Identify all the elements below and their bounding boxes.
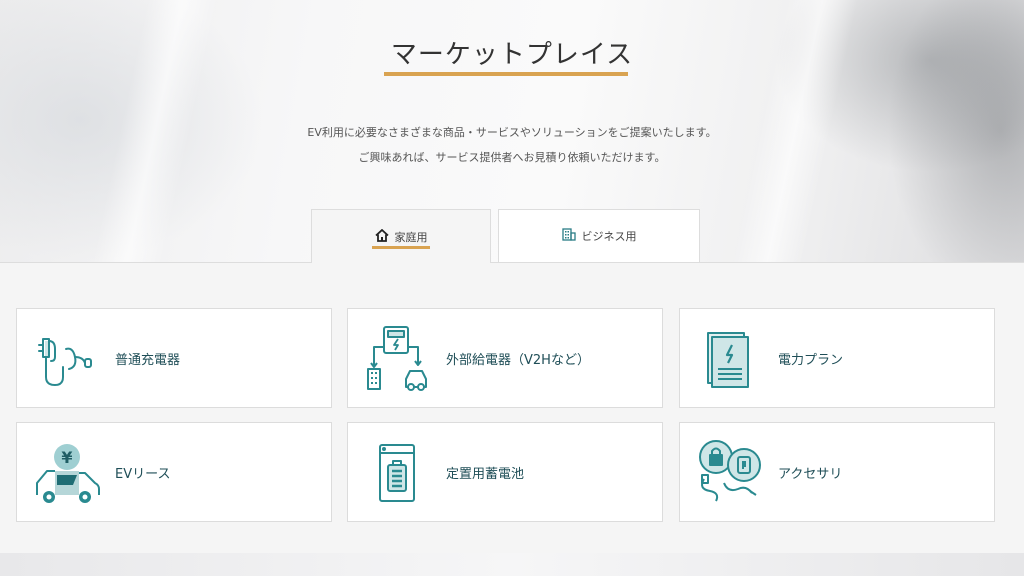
ev-lease-icon: ¥ bbox=[33, 441, 100, 507]
card-power-plan[interactable]: 電力プラン bbox=[679, 308, 995, 408]
footer-background-strip bbox=[0, 552, 1024, 576]
card-label: 定置用蓄電池 bbox=[446, 467, 525, 482]
card-label: 電力プラン bbox=[778, 353, 844, 368]
home-icon bbox=[374, 228, 389, 245]
card-accessory[interactable]: アクセサリ bbox=[679, 422, 995, 522]
title-underline bbox=[384, 72, 628, 76]
tab-business-use[interactable]: ビジネス用 bbox=[498, 209, 700, 262]
card-label: 外部給電器（V2Hなど） bbox=[446, 353, 590, 368]
card-label: アクセサリ bbox=[778, 467, 843, 482]
card-ev-lease[interactable]: ¥ EVリース bbox=[16, 422, 332, 522]
tab-label: 家庭用 bbox=[394, 230, 428, 244]
tab-panel-home-use: 普通充電器 外部給電器（V2Hなど） 電力プラン ¥ EVリース 定置用蓄電池 … bbox=[0, 262, 1024, 553]
card-label: EVリース bbox=[115, 467, 171, 482]
accessory-icon bbox=[694, 437, 761, 503]
v2h-icon bbox=[364, 325, 430, 391]
tab-label: ビジネス用 bbox=[581, 230, 637, 243]
card-normal-charger[interactable]: 普通充電器 bbox=[16, 308, 332, 408]
card-label: 普通充電器 bbox=[115, 353, 181, 368]
card-storage-battery[interactable]: 定置用蓄電池 bbox=[347, 422, 663, 522]
page-title: マーケットプレイス bbox=[390, 40, 634, 70]
svg-text:¥: ¥ bbox=[61, 448, 72, 467]
active-tab-underline bbox=[372, 246, 430, 249]
power-plan-document-icon bbox=[696, 327, 762, 393]
lead-text-line-1: EV利用に必要なさまざまな商品・サービスやソリューションをご提案いたします。 bbox=[307, 126, 717, 139]
charger-plug-icon bbox=[33, 327, 99, 393]
building-icon bbox=[561, 228, 576, 244]
card-v2h[interactable]: 外部給電器（V2Hなど） bbox=[347, 308, 663, 408]
storage-battery-icon bbox=[364, 441, 430, 507]
lead-text-line-2: ご興味あれば、サービス提供者へお見積り依頼いただけます。 bbox=[358, 151, 666, 164]
tab-home-use[interactable]: 家庭用 bbox=[311, 209, 491, 263]
